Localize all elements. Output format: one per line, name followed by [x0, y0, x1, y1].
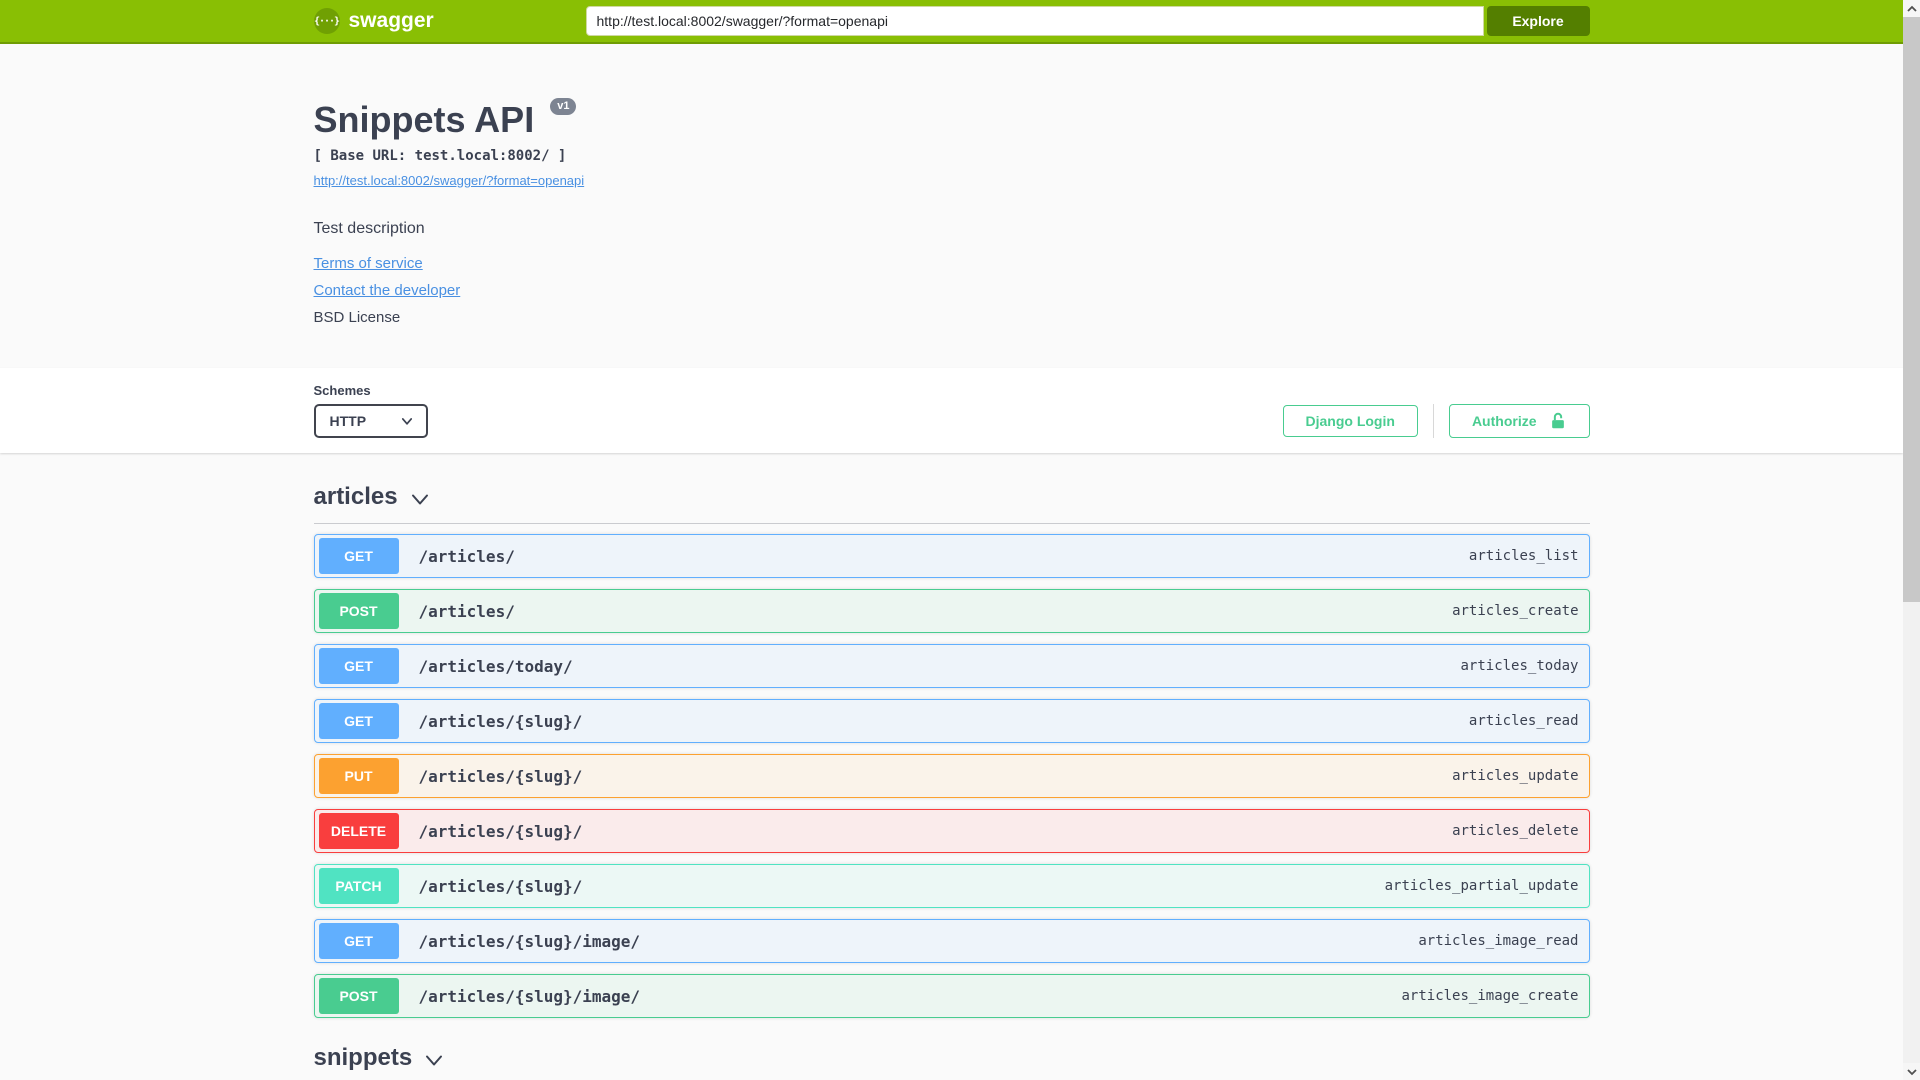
operation-path: /articles/{slug}/	[418, 876, 583, 896]
explore-form: Explore	[585, 6, 1590, 36]
operation-row[interactable]: GET /articles/{slug}/image/ articles_ima…	[313, 919, 1590, 963]
operation-id: articles_update	[1452, 768, 1579, 784]
operation-id: articles_today	[1460, 658, 1579, 674]
operations-container: articles GET /articles/ articles_list PO…	[313, 453, 1590, 1080]
method-badge: PUT	[318, 758, 399, 794]
operation-path: /articles/{slug}/	[418, 711, 583, 731]
swagger-brand-link[interactable]: {···} swagger	[313, 8, 434, 34]
terms-of-service-link[interactable]: Terms of service	[314, 255, 423, 272]
license-label: BSD License	[313, 309, 401, 326]
operation-path: /articles/today/	[418, 656, 573, 676]
operation-id: articles_read	[1468, 713, 1579, 729]
operation-id: articles_create	[1452, 603, 1579, 619]
api-info-section: Snippets API v1 [ Base URL: test.local:8…	[0, 44, 1903, 368]
vertical-scrollbar[interactable]	[1903, 0, 1920, 1080]
base-url: [ Base URL: test.local:8002/ ]	[313, 148, 567, 164]
operation-id: articles_list	[1468, 548, 1579, 564]
operation-row[interactable]: PATCH /articles/{slug}/ articles_partial…	[313, 864, 1590, 908]
swagger-ui-page: {···} swagger Explore Snippets API v1 [ …	[0, 0, 1903, 1080]
scrollbar-down-arrow-icon[interactable]	[1903, 1063, 1920, 1080]
topbar: {···} swagger Explore	[0, 0, 1903, 44]
method-badge: GET	[318, 923, 399, 959]
chevron-down-icon	[411, 494, 428, 505]
tag-title: snippets	[313, 1044, 413, 1071]
method-badge: POST	[318, 593, 399, 629]
operation-id: articles_partial_update	[1384, 878, 1579, 894]
operation-row[interactable]: POST /articles/ articles_create	[313, 589, 1590, 633]
brand-title: swagger	[348, 9, 434, 32]
chevron-down-icon	[401, 418, 412, 425]
schemes-label: Schemes	[313, 383, 371, 398]
operation-row[interactable]: DELETE /articles/{slug}/ articles_delete	[313, 809, 1590, 853]
operation-path: /articles/{slug}/	[418, 821, 583, 841]
method-badge: GET	[318, 703, 399, 739]
unlock-icon	[1549, 412, 1567, 430]
schemes-block: Schemes HTTP	[313, 383, 428, 438]
explore-button[interactable]: Explore	[1486, 6, 1590, 36]
scrollbar-up-arrow-icon[interactable]	[1903, 0, 1920, 17]
tag-header[interactable]: snippets	[314, 1044, 1590, 1072]
api-description: Test description	[313, 220, 425, 237]
scheme-container: Schemes HTTP Django Login Authorize	[0, 368, 1903, 453]
django-login-button[interactable]: Django Login	[1282, 405, 1418, 437]
operation-path: /articles/{slug}/	[418, 766, 583, 786]
scheme-selected-value: HTTP	[329, 413, 367, 429]
authorize-label: Authorize	[1471, 413, 1537, 429]
auth-divider	[1432, 404, 1434, 438]
method-badge: DELETE	[318, 813, 399, 849]
authorize-button[interactable]: Authorize	[1448, 404, 1590, 438]
operation-row[interactable]: GET /articles/today/ articles_today	[313, 644, 1590, 688]
operation-row[interactable]: POST /articles/{slug}/image/ articles_im…	[313, 974, 1590, 1018]
tag-title: articles	[313, 483, 398, 510]
contact-developer-link[interactable]: Contact the developer	[314, 282, 461, 299]
operation-row[interactable]: PUT /articles/{slug}/ articles_update	[313, 754, 1590, 798]
method-badge: GET	[318, 648, 399, 684]
operation-path: /articles/	[418, 546, 515, 566]
spec-url-input[interactable]	[585, 6, 1484, 36]
tag-divider	[313, 523, 1590, 524]
tag-section: articles GET /articles/ articles_list PO…	[313, 483, 1590, 1018]
operation-list: GET /articles/ articles_list POST /artic…	[313, 534, 1590, 1018]
django-login-label: Django Login	[1305, 413, 1395, 429]
scrollbar-thumb[interactable]	[1903, 17, 1920, 602]
method-badge: PATCH	[318, 868, 399, 904]
scheme-select[interactable]: HTTP	[313, 404, 428, 438]
operation-path: /articles/{slug}/image/	[418, 986, 641, 1006]
spec-url-link[interactable]: http://test.local:8002/swagger/?format=o…	[314, 173, 585, 188]
operation-row[interactable]: GET /articles/{slug}/ articles_read	[313, 699, 1590, 743]
operation-path: /articles/{slug}/image/	[418, 931, 641, 951]
operation-id: articles_delete	[1452, 823, 1579, 839]
swagger-logo-icon: {···}	[313, 8, 340, 34]
operation-id: articles_image_create	[1401, 988, 1579, 1004]
method-badge: GET	[318, 538, 399, 574]
tag-header[interactable]: articles	[314, 483, 1590, 511]
version-badge: v1	[550, 98, 577, 115]
method-badge: POST	[318, 978, 399, 1014]
api-title-text: Snippets API	[313, 99, 535, 140]
auth-wrapper: Django Login Authorize	[1282, 404, 1590, 438]
operation-path: /articles/	[418, 601, 515, 621]
chevron-down-icon	[426, 1055, 443, 1066]
operation-id: articles_image_read	[1418, 933, 1579, 949]
operation-row[interactable]: GET /articles/ articles_list	[313, 534, 1590, 578]
tag-section: snippets GET /snippets/ snippets_list	[314, 1044, 1590, 1080]
page-title: Snippets API v1	[313, 98, 1590, 140]
